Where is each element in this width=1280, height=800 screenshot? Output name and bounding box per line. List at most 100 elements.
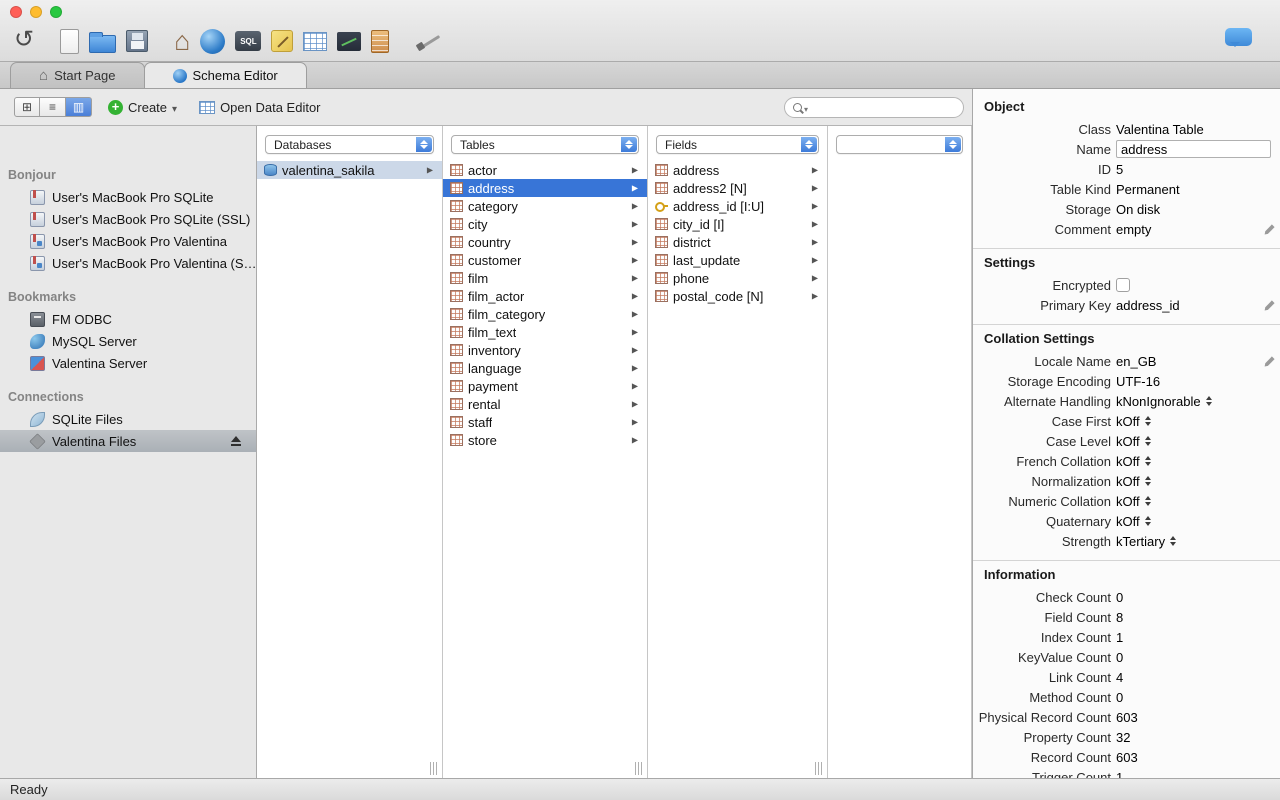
sidebar-item-valentina-server[interactable]: Valentina Server <box>0 352 256 374</box>
table-editor-icon[interactable] <box>303 31 328 51</box>
close-window-button[interactable] <box>10 6 22 18</box>
property-value: kOff <box>1116 454 1153 469</box>
encrypted-checkbox[interactable] <box>1116 278 1130 292</box>
feedback-icon[interactable] <box>1225 28 1252 47</box>
list-item-last-update[interactable]: last_update ▶ <box>648 251 827 269</box>
databases-dropdown[interactable]: Databases <box>265 135 434 154</box>
sidebar-item-sqlite-files[interactable]: SQLite Files <box>0 408 256 430</box>
property-label: Locale Name <box>1034 353 1111 369</box>
sidebar-item-user-s-macbook-pro-sqlite-ssl[interactable]: User's MacBook Pro SQLite (SSL) <box>0 208 256 230</box>
list-item-payment[interactable]: payment ▶ <box>443 377 647 395</box>
sidebar-item-user-s-macbook-pro-valentina-s[interactable]: User's MacBook Pro Valentina (S… <box>0 252 256 274</box>
minimize-window-button[interactable] <box>30 6 42 18</box>
edit-icon[interactable] <box>1263 299 1276 312</box>
zoom-window-button[interactable] <box>50 6 62 18</box>
property-row-table-kind: Table Kind Permanent <box>973 179 1280 199</box>
table-icon <box>450 416 463 428</box>
value-stepper-icon[interactable] <box>1144 515 1153 527</box>
list-item-film[interactable]: film ▶ <box>443 269 647 287</box>
home-icon <box>39 67 48 84</box>
list-item-label: store <box>468 432 497 448</box>
property-value-text: kTertiary <box>1116 533 1166 549</box>
open-folder-icon[interactable] <box>89 31 117 53</box>
list-item-valentina-sakila[interactable]: valentina_sakila ▶ <box>257 161 442 179</box>
list-item-rental[interactable]: rental ▶ <box>443 395 647 413</box>
list-item-address-id-i-u[interactable]: address_id [I:U] ▶ <box>648 197 827 215</box>
value-stepper-icon[interactable] <box>1144 415 1153 427</box>
tab-start-page[interactable]: Start Page <box>10 62 145 88</box>
list-item-film-text[interactable]: film_text ▶ <box>443 323 647 341</box>
new-document-icon[interactable] <box>60 28 80 54</box>
tab-schema-editor[interactable]: Schema Editor <box>143 62 307 88</box>
property-row-physical-record-count: Physical Record Count 603 <box>973 707 1280 727</box>
columns-view-button[interactable]: ▥ <box>66 97 92 117</box>
search-field[interactable] <box>784 96 964 118</box>
property-label: Case Level <box>1045 433 1111 449</box>
column-list: valentina_sakila ▶ <box>257 161 442 778</box>
list-item-label: film_actor <box>468 288 525 304</box>
property-value: 0 <box>1116 590 1123 605</box>
open-data-editor-button[interactable]: Open Data Editor <box>199 100 321 115</box>
save-icon[interactable] <box>126 30 149 52</box>
search-input[interactable] <box>810 100 955 114</box>
list-item-city[interactable]: city ▶ <box>443 215 647 233</box>
list-item-film-actor[interactable]: film_actor ▶ <box>443 287 647 305</box>
tables-dropdown[interactable]: Tables <box>451 135 639 154</box>
sidebar-item-fm-odbc[interactable]: FM ODBC <box>0 308 256 330</box>
create-button[interactable]: Create <box>108 99 177 115</box>
list-item-label: phone <box>673 270 710 286</box>
eject-icon[interactable] <box>230 435 242 447</box>
list-item-city-id-i[interactable]: city_id [I] ▶ <box>648 215 827 233</box>
list-item-inventory[interactable]: inventory ▶ <box>443 341 647 359</box>
disclosure-arrow-icon: ▶ <box>631 399 638 409</box>
list-item-film-category[interactable]: film_category ▶ <box>443 305 647 323</box>
edit-icon[interactable] <box>1263 355 1276 368</box>
value-stepper-icon[interactable] <box>1144 455 1153 467</box>
sidebar-item-mysql-server[interactable]: MySQL Server <box>0 330 256 352</box>
list-item-store[interactable]: store ▶ <box>443 431 647 449</box>
list-item-category[interactable]: category ▶ <box>443 197 647 215</box>
home-icon[interactable]: ⌂ <box>174 27 190 55</box>
list-item-address[interactable]: address ▶ <box>443 179 647 197</box>
sql-editor-icon[interactable]: SQL <box>235 31 262 51</box>
sidebar-item-valentina-files[interactable]: Valentina Files <box>0 430 256 452</box>
connection-icon[interactable] <box>415 28 445 54</box>
value-stepper-icon[interactable] <box>1144 495 1153 507</box>
list-item-address2-n[interactable]: address2 [N] ▶ <box>648 179 827 197</box>
list-item-customer[interactable]: customer ▶ <box>443 251 647 269</box>
value-stepper-icon[interactable] <box>1144 475 1153 487</box>
list-item-phone[interactable]: phone ▶ <box>648 269 827 287</box>
tree-view-button[interactable]: ⊞ <box>14 97 40 117</box>
value-stepper-icon[interactable] <box>1205 395 1214 407</box>
list-item-district[interactable]: district ▶ <box>648 233 827 251</box>
list-item-staff[interactable]: staff ▶ <box>443 413 647 431</box>
value-stepper-icon[interactable] <box>1169 535 1178 547</box>
property-row-primary-key: Primary Key address_id <box>973 295 1280 315</box>
fields-dropdown[interactable]: Fields <box>656 135 819 154</box>
sidebar-item-user-s-macbook-pro-valentina[interactable]: User's MacBook Pro Valentina <box>0 230 256 252</box>
valentina-database-icon[interactable] <box>200 28 226 54</box>
list-item-country[interactable]: country ▶ <box>443 233 647 251</box>
sidebar: Bonjour User's MacBook Pro SQLite User's M… <box>0 126 257 778</box>
column-resize-grip[interactable] <box>815 762 824 775</box>
column-resize-grip[interactable] <box>635 762 644 775</box>
property-row-encrypted: Encrypted <box>973 275 1280 295</box>
list-item-postal-code-n[interactable]: postal_code [N] ▶ <box>648 287 827 305</box>
item-dropdown[interactable] <box>836 135 963 154</box>
sidebar-item-user-s-macbook-pro-sqlite[interactable]: User's MacBook Pro SQLite <box>0 186 256 208</box>
edit-icon[interactable] <box>1263 223 1276 236</box>
column-resize-grip[interactable] <box>430 762 439 775</box>
undo-icon[interactable]: ↺ <box>14 25 34 54</box>
table-icon <box>450 308 463 320</box>
value-stepper-icon[interactable] <box>1144 435 1153 447</box>
list-item-actor[interactable]: actor ▶ <box>443 161 647 179</box>
report-editor-icon[interactable] <box>371 29 390 53</box>
list-view-button[interactable]: ≡ <box>40 97 66 117</box>
property-label: Physical Record Count <box>978 709 1111 725</box>
schema-editor-icon[interactable] <box>271 30 294 52</box>
property-value-text: empty <box>1116 221 1152 237</box>
list-item-language[interactable]: language ▶ <box>443 359 647 377</box>
list-item-address[interactable]: address ▶ <box>648 161 827 179</box>
diagram-icon[interactable] <box>337 31 362 51</box>
name-input[interactable] <box>1116 140 1271 158</box>
